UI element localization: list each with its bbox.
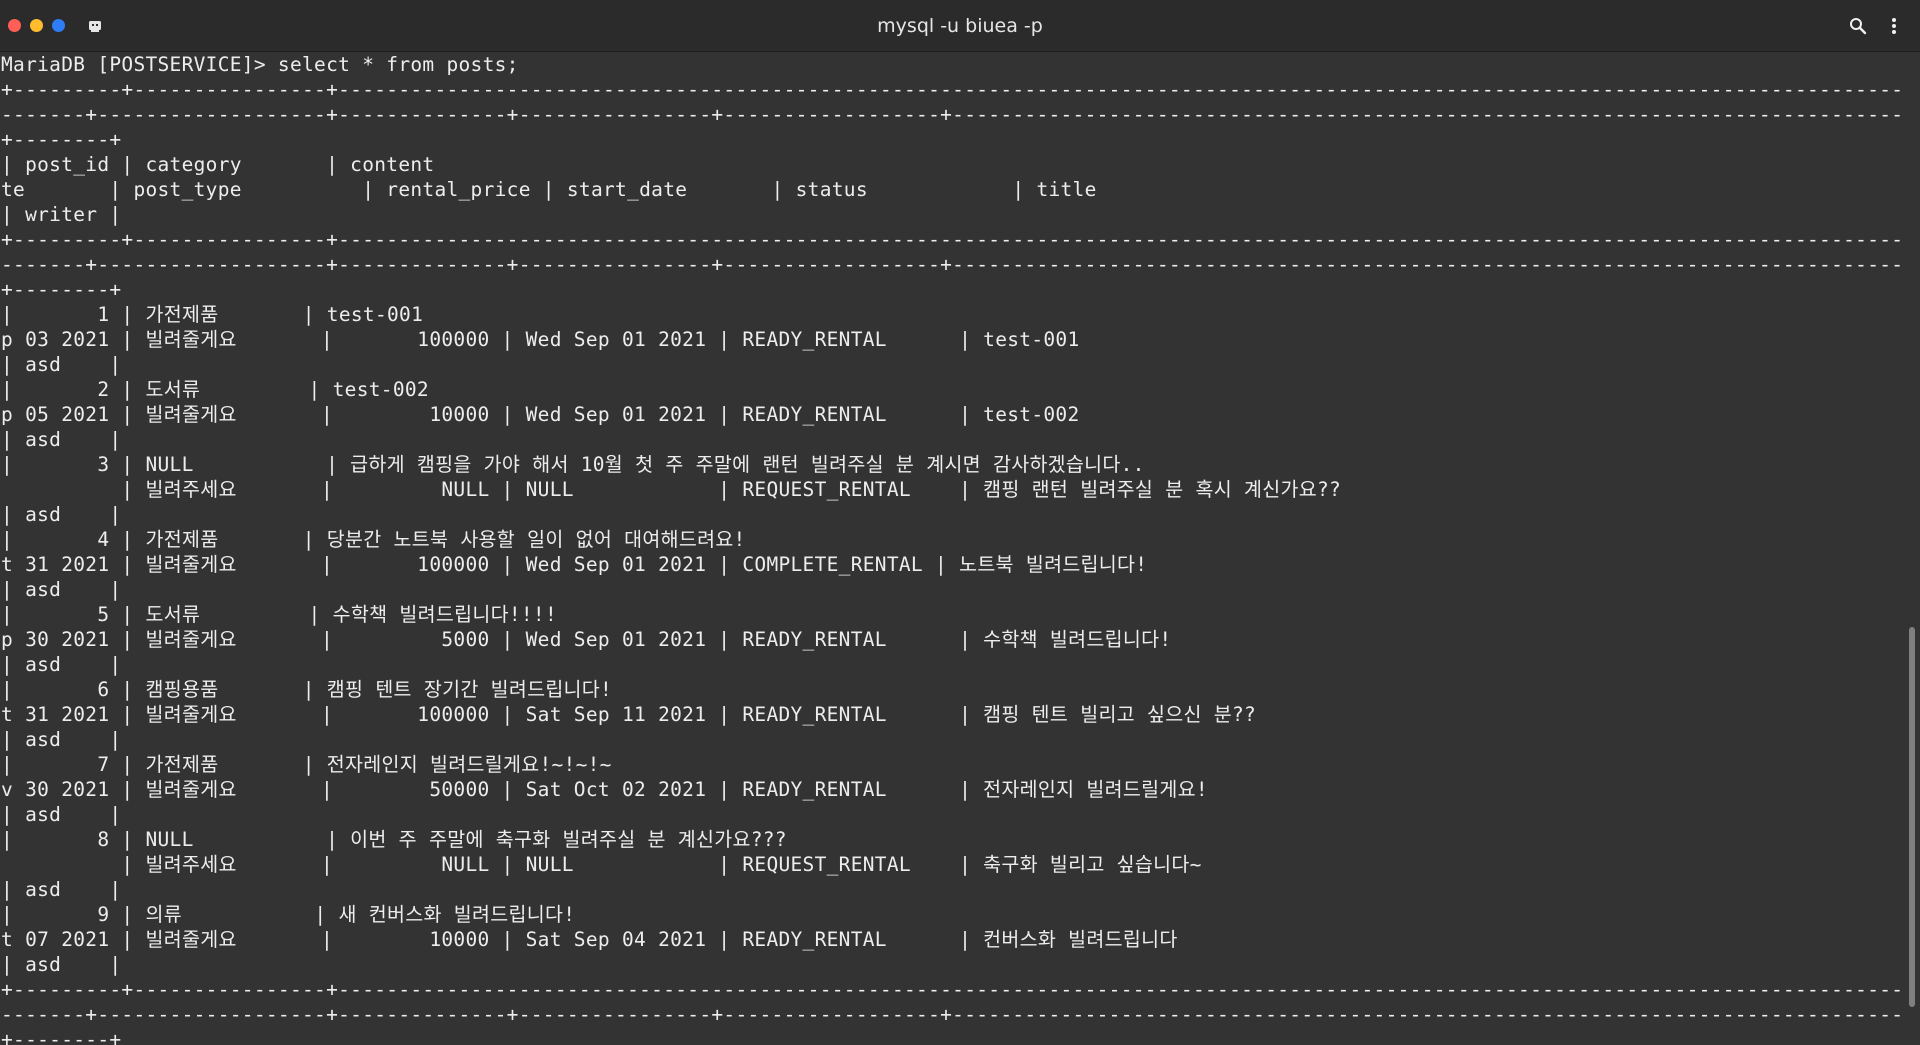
terminal-line: | asd | [1,353,122,376]
scrollbar-thumb[interactable] [1909,627,1915,1007]
terminal-line: | 3 | NULL | 급하게 캠핑을 가야 해서 10월 첫 주 주말에 랜… [1,453,1145,476]
terminal-line: | post_id | category | content [1,153,435,176]
window-title: mysql -u biuea -p [877,15,1043,37]
terminal-line: -------+-------------------+------------… [1,103,1905,126]
search-icon[interactable] [1848,16,1868,36]
terminal-line: | 7 | 가전제품 | 전자레인지 빌려드릴게요!~!~!~ | 2021년 … [1,753,612,776]
close-window-button[interactable] [8,19,21,32]
maximize-window-button[interactable] [52,19,65,32]
terminal-line: | 4 | 가전제품 | 당분간 노트북 사용할 일이 없어 대여해드려요! |… [1,528,746,551]
terminal-line: t 07 2021 | 빌려줄게요 | 10000 | Sat Sep 04 2… [1,928,1178,951]
terminal-line: -------+-------------------+------------… [1,1003,1905,1026]
terminal-line: | asd | [1,653,122,676]
terminal-line: | 빌려주세요 | NULL | NULL | REQUEST_RENTAL |… [121,853,1202,876]
terminal-tab-icon[interactable] [87,18,103,34]
terminal-line: p 30 2021 | 빌려줄게요 | 5000 | Wed Sep 01 20… [1,628,1172,651]
terminal-line: | asd | [1,428,122,451]
terminal-line: | 6 | 캠핑용품 | 캠핑 텐트 장기간 빌려드립니다! | 2021년 0… [1,678,613,701]
terminal-line: | asd | [1,803,122,826]
terminal-line: +---------+----------------+------------… [1,78,1905,101]
terminal-line: | asd | [1,953,122,976]
kebab-menu-icon[interactable] [1888,16,1900,36]
terminal-line: p 05 2021 | 빌려줄게요 | 10000 | Wed Sep 01 2… [1,403,1080,426]
terminal-line: | 2 | 도서류 | test-002 [1,378,429,401]
terminal-line: | 8 | NULL | 이번 주 주말에 축구화 빌려주실 분 계신가요???… [1,828,787,851]
terminal-line: | writer | [1,203,122,226]
terminal-line: -------+-------------------+------------… [1,253,1905,276]
terminal-window: mysql -u biuea -p MariaDB [POSTSERVICE]>… [0,0,1920,1045]
terminal-line: v 30 2021 | 빌려줄게요 | 50000 | Sat Oct 02 2… [1,778,1208,801]
terminal-line: te | post_type | rental_price | start_da… [1,178,1097,201]
terminal-line: +---------+----------------+------------… [1,228,1905,251]
title-bar: mysql -u biuea -p [0,0,1920,52]
terminal-line: | asd | [1,728,122,751]
terminal-line: t 31 2021 | 빌려줄게요 | 100000 | Sat Sep 11 … [1,703,1257,726]
terminal-line: | asd | [1,578,122,601]
terminal-line: | 1 | 가전제품 | test-001 [1,303,424,326]
terminal-line: +--------+ [1,1028,122,1045]
terminal-output[interactable]: MariaDB [POSTSERVICE]> select * from pos… [0,52,1905,1045]
minimize-window-button[interactable] [30,19,43,32]
terminal-line: | asd | [1,878,122,901]
terminal-line: | 9 | 의류 | 새 컨버스화 빌려드립니다! | 2021년 [1,903,576,926]
terminal-line: +---------+----------------+------------… [1,978,1905,1001]
terminal-line: | 5 | 도서류 | 수학책 빌려드립니다!!!! | 2021년 [1,603,557,626]
terminal-line: +--------+ [1,128,122,151]
terminal-line: p 03 2021 | 빌려줄게요 | 100000 | Wed Sep 01 … [1,328,1080,351]
terminal-line: +--------+ [1,278,122,301]
terminal-line: | 빌려주세요 | NULL | NULL | REQUEST_RENTAL |… [121,478,1342,501]
terminal-line: t 31 2021 | 빌려줄게요 | 100000 | Wed Sep 01 … [1,553,1148,576]
terminal-line: MariaDB [POSTSERVICE]> select * from pos… [1,53,519,76]
terminal-text: MariaDB [POSTSERVICE]> select * from pos… [0,52,1905,1045]
terminal-line: | asd | [1,503,122,526]
